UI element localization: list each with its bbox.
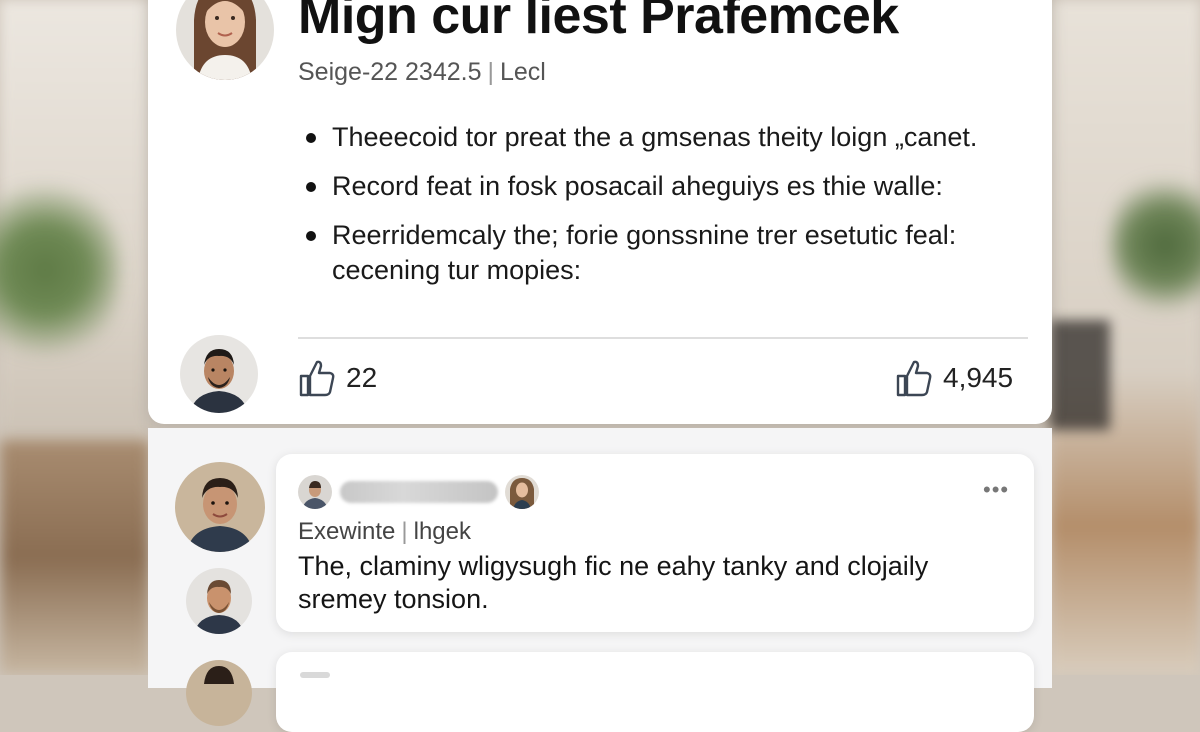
post-title: Mign cur liest Prafemcek xyxy=(298,0,899,45)
thumbs-up-icon xyxy=(299,360,335,397)
bullet-dot xyxy=(306,133,316,143)
commenter-name-redacted xyxy=(340,481,498,503)
comment-meta: Exewinte | lhgek xyxy=(298,518,471,546)
bg-speaker-right xyxy=(1050,320,1110,430)
comment-meta-separator: | xyxy=(401,518,408,545)
bullet-text: Reerridemcaly the; forie gonssnine trer … xyxy=(332,220,957,285)
bullet-list: Theeecoid tor preat the a gmsenas theity… xyxy=(300,120,1040,302)
thumbs-up-icon xyxy=(896,360,932,397)
bullet-dot xyxy=(306,182,316,192)
divider xyxy=(298,337,1028,339)
list-item: Record feat in fosk posacail aheguiys es… xyxy=(300,169,1040,204)
post-meta: Seige-22 2342.5 | Lecl xyxy=(298,58,546,87)
post-meta-label[interactable]: Lecl xyxy=(500,58,546,86)
bg-shelf-left xyxy=(0,440,150,675)
comment-card xyxy=(276,652,1034,732)
post-meta-separator: | xyxy=(487,58,494,86)
reactor-avatar[interactable] xyxy=(298,475,332,509)
comment-meta-label: lhgek xyxy=(413,518,471,545)
bullet-dot xyxy=(306,231,316,241)
comment-author-avatar[interactable] xyxy=(186,660,252,726)
list-item: Reerridemcaly the; forie gonssnine trer … xyxy=(300,218,1040,288)
bullet-text: Record feat in fosk posacail aheguiys es… xyxy=(332,171,943,201)
like-button-right[interactable]: 4,945 xyxy=(895,358,1013,398)
like-count: 22 xyxy=(346,362,378,393)
more-horizontal-icon[interactable]: ••• xyxy=(983,479,1009,501)
comment-author-name[interactable]: Exewinte xyxy=(298,518,395,545)
like-count: 4,945 xyxy=(943,362,1014,393)
comment-header-placeholder xyxy=(300,672,330,678)
post-meta-date: Seige-22 2342.5 xyxy=(298,58,482,86)
author-avatar[interactable] xyxy=(176,0,274,80)
reactor-avatar[interactable] xyxy=(505,475,539,509)
list-item: Theeecoid tor preat the a gmsenas theity… xyxy=(300,120,1040,155)
comment-text: The, claminy wligysugh fic ne eahy tanky… xyxy=(298,551,929,614)
comment-author-avatar[interactable] xyxy=(186,568,252,634)
bullet-text: Theeecoid tor preat the a gmsenas theity… xyxy=(332,122,978,152)
like-button-left[interactable]: 22 xyxy=(298,358,377,398)
comment-author-avatar[interactable] xyxy=(175,462,265,552)
commenter-avatar[interactable] xyxy=(180,335,258,413)
